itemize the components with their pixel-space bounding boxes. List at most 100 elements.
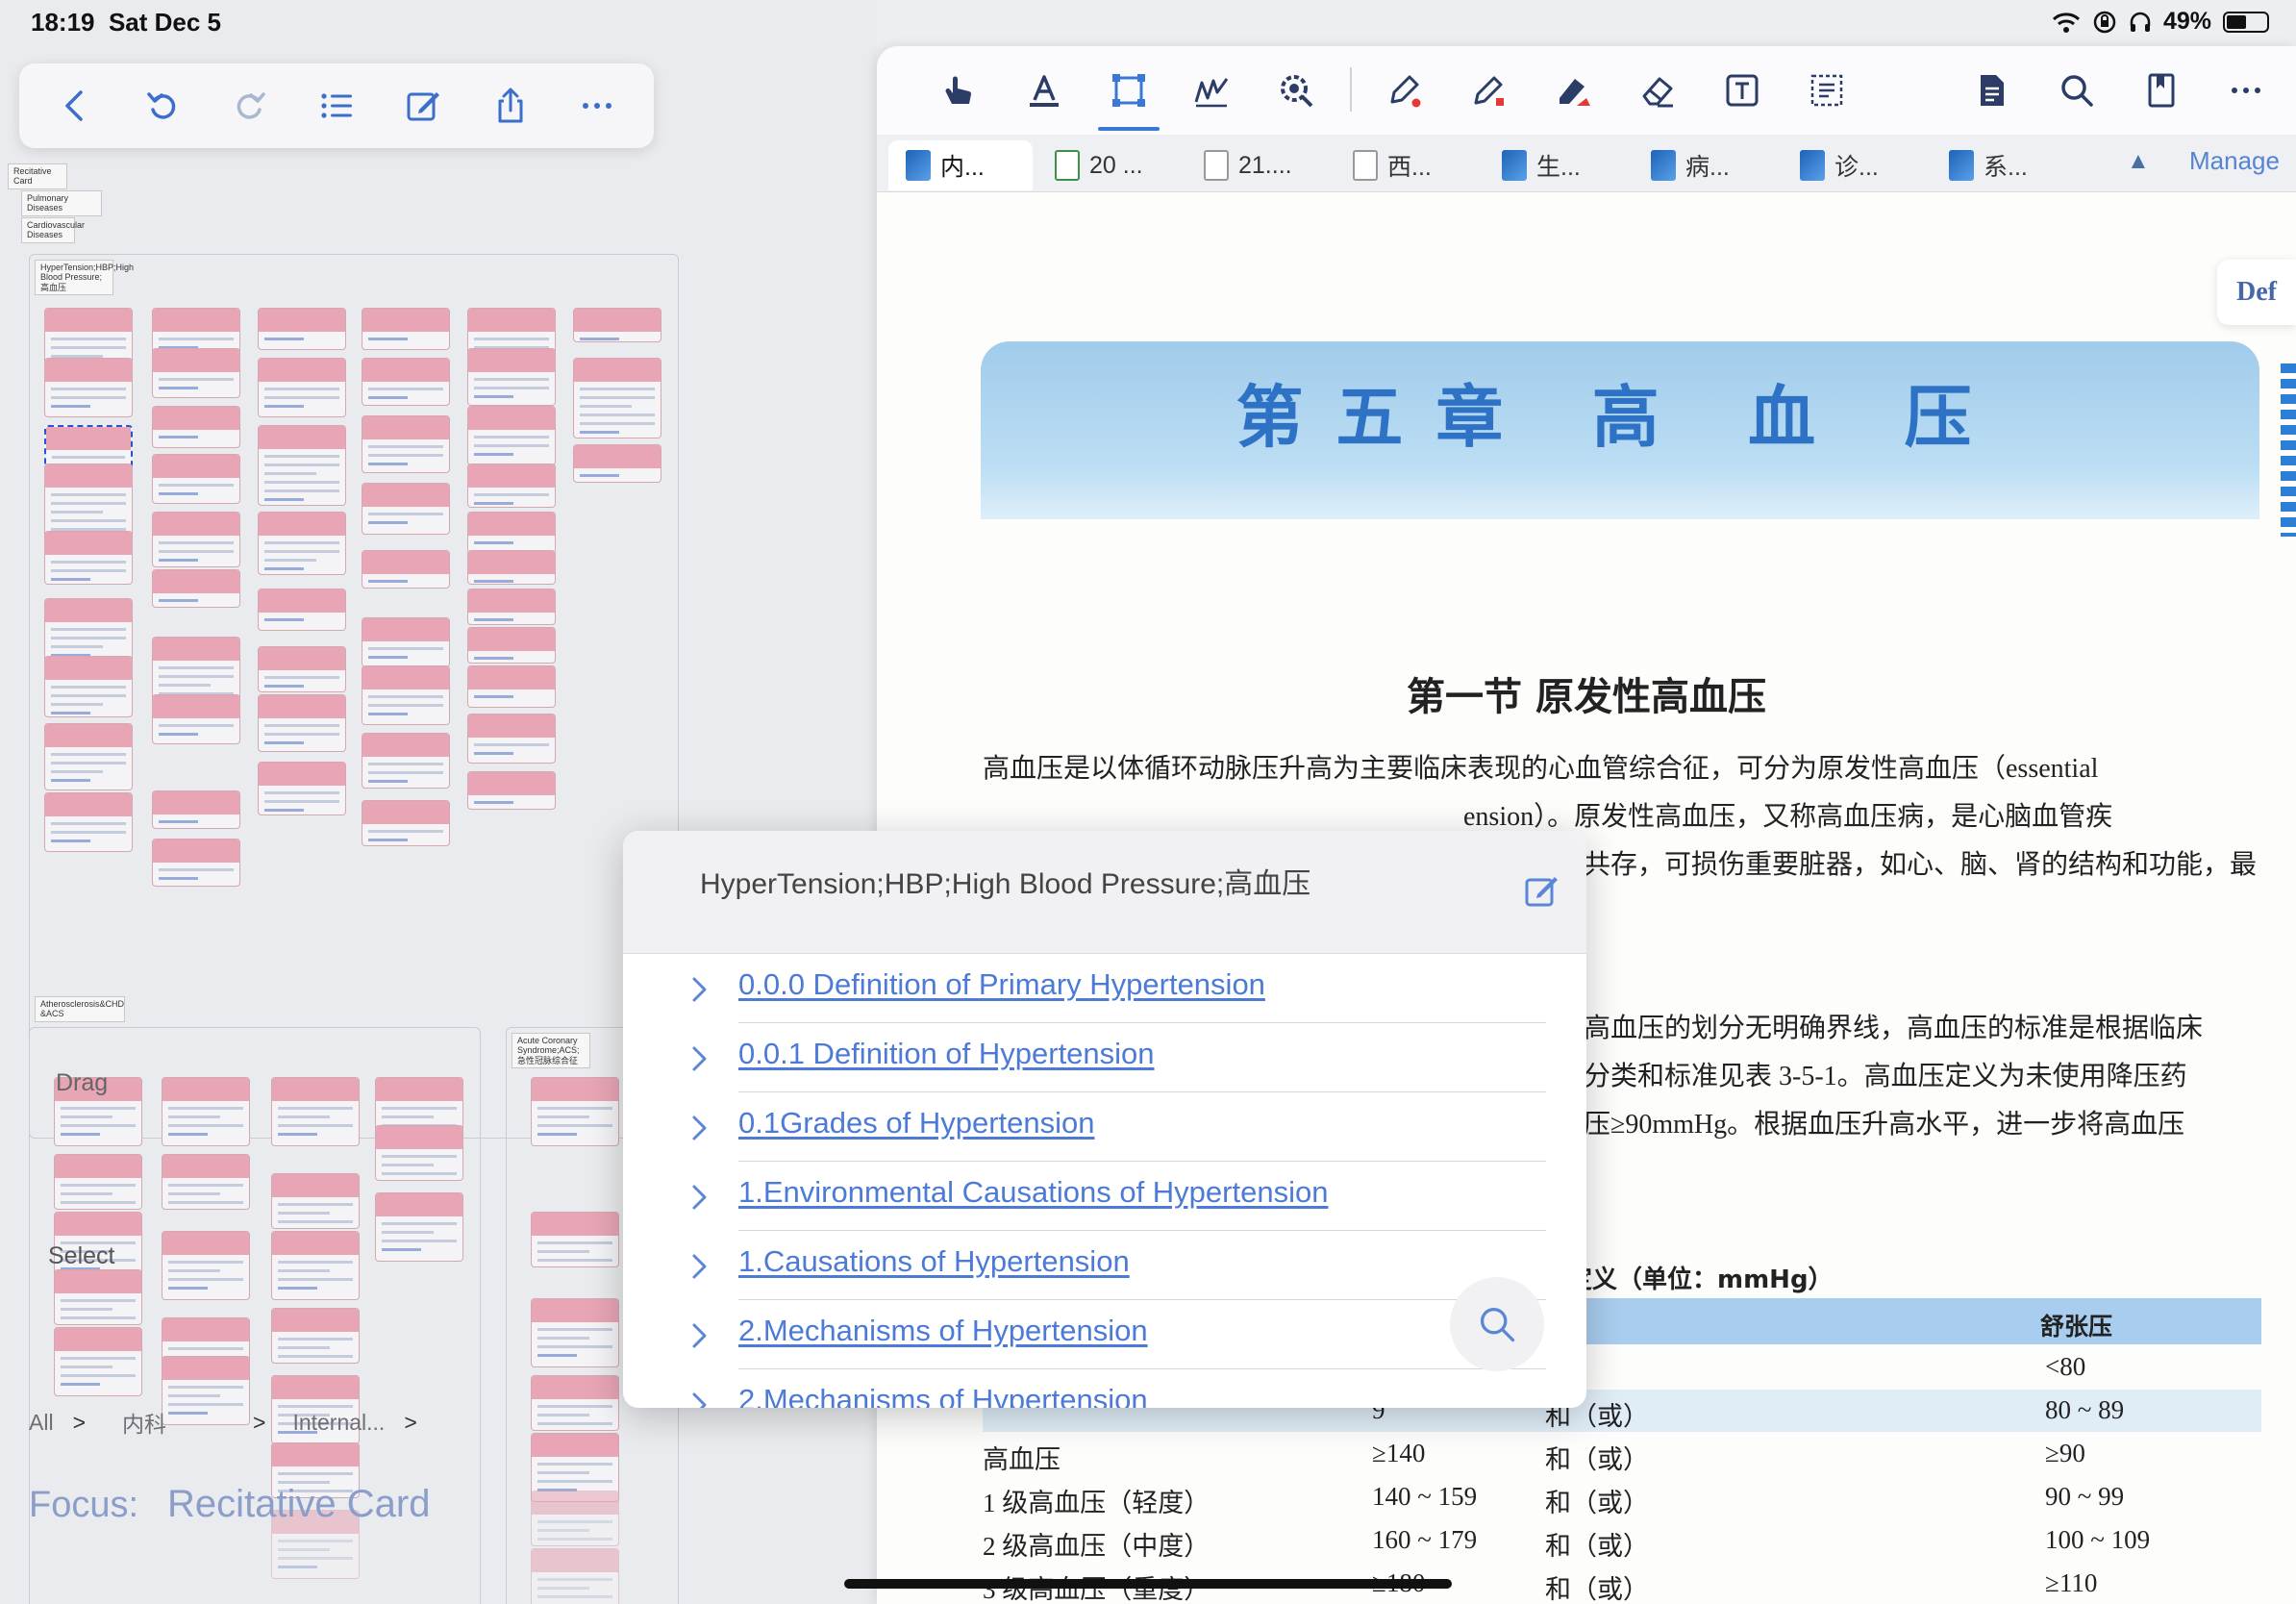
undo-button[interactable] bbox=[136, 79, 189, 133]
topic-row[interactable]: 1.Environmental Causations of Hypertensi… bbox=[623, 1162, 1586, 1231]
mindmap-branch-cardio[interactable]: Cardiovascular Diseases bbox=[21, 217, 85, 243]
mindmap-card[interactable] bbox=[162, 1231, 250, 1300]
mindmap-card[interactable] bbox=[152, 454, 240, 504]
signature-button[interactable] bbox=[1188, 67, 1235, 113]
mindmap-card[interactable] bbox=[54, 1327, 142, 1396]
mindmap-card[interactable] bbox=[362, 665, 450, 725]
share-button[interactable] bbox=[484, 79, 537, 133]
mindmap-card[interactable] bbox=[573, 444, 661, 483]
mindmap-branch-pulmonary[interactable]: Pulmonary Diseases bbox=[21, 190, 102, 216]
mindmap-group-atherosclerosis[interactable]: Atherosclerosis&CHD &ACS bbox=[35, 996, 125, 1022]
mindmap-card[interactable] bbox=[362, 358, 450, 406]
mindmap-card[interactable] bbox=[531, 1491, 619, 1546]
mindmap-card[interactable] bbox=[152, 694, 240, 744]
mindmap-card[interactable] bbox=[258, 358, 346, 417]
tool-settings-button[interactable] bbox=[1273, 67, 1319, 113]
mindmap-card[interactable] bbox=[531, 1077, 619, 1146]
topic-row[interactable]: 2.Mechanisms of Hypertension bbox=[623, 1300, 1586, 1369]
mindmap-card[interactable] bbox=[258, 425, 346, 506]
mindmap-card[interactable] bbox=[44, 723, 133, 790]
edit-button[interactable] bbox=[396, 79, 450, 133]
mindmap-card[interactable] bbox=[362, 550, 450, 589]
more-button[interactable] bbox=[570, 79, 624, 133]
mindmap-card[interactable] bbox=[375, 1125, 463, 1181]
eraser-button[interactable] bbox=[1635, 67, 1681, 113]
mindmap-group-hypertension[interactable]: HyperTension;HBP;High Blood Pressure;高血压 bbox=[35, 260, 134, 296]
bookmark-button[interactable] bbox=[2138, 67, 2184, 113]
breadcrumb-all[interactable]: All bbox=[29, 1410, 54, 1436]
home-indicator[interactable] bbox=[844, 1579, 1452, 1589]
select-label[interactable]: Select bbox=[48, 1242, 114, 1270]
topic-link[interactable]: 1.Environmental Causations of Hypertensi… bbox=[738, 1175, 1328, 1210]
mindmap-card[interactable] bbox=[44, 531, 133, 585]
mindmap-card[interactable] bbox=[152, 512, 240, 567]
mindmap-card[interactable] bbox=[258, 762, 346, 815]
rect-select-button[interactable] bbox=[1106, 67, 1152, 113]
mindmap-card[interactable] bbox=[362, 800, 450, 846]
topic-link[interactable]: 0.1Grades of Hypertension bbox=[738, 1106, 1095, 1140]
reader-more-button[interactable] bbox=[2223, 67, 2269, 113]
document-tab[interactable]: 20 ... bbox=[1037, 140, 1182, 190]
mindmap-card[interactable] bbox=[152, 839, 240, 887]
mindmap-card[interactable] bbox=[467, 406, 556, 465]
outline-button[interactable] bbox=[310, 79, 363, 133]
mindmap-card[interactable] bbox=[258, 512, 346, 575]
document-tab[interactable]: 内... bbox=[888, 140, 1033, 190]
mindmap-card[interactable] bbox=[467, 627, 556, 664]
mindmap-card[interactable] bbox=[467, 464, 556, 508]
topic-link[interactable]: 2.Mechanisms of Hypertension bbox=[738, 1314, 1148, 1348]
mindmap-card[interactable] bbox=[44, 358, 133, 417]
mindmap-card[interactable] bbox=[271, 1077, 360, 1146]
topic-link[interactable]: 2.Mechanisms of Hypertension bbox=[738, 1383, 1148, 1408]
mindmap-card[interactable] bbox=[271, 1173, 360, 1229]
drag-label[interactable]: Drag bbox=[56, 1069, 108, 1097]
mindmap-card[interactable] bbox=[162, 1077, 250, 1146]
topic-link[interactable]: 0.0.0 Definition of Primary Hypertension bbox=[738, 967, 1265, 1002]
back-button[interactable] bbox=[49, 79, 103, 133]
mindmap-card[interactable] bbox=[467, 512, 556, 554]
focus-value[interactable]: Recitative Card bbox=[167, 1483, 430, 1526]
highlighter-button[interactable] bbox=[1550, 67, 1596, 113]
mindmap-card[interactable] bbox=[162, 1154, 250, 1210]
pen-button[interactable] bbox=[1381, 67, 1427, 113]
mindmap-card[interactable] bbox=[258, 589, 346, 631]
mindmap-card[interactable] bbox=[258, 694, 346, 752]
mindmap-card[interactable] bbox=[54, 1154, 142, 1210]
breadcrumb-neike[interactable]: 内科 bbox=[122, 1406, 166, 1439]
mindmap-card[interactable] bbox=[362, 617, 450, 667]
mindmap-root-node[interactable]: Recitative Card bbox=[8, 163, 67, 189]
popover-search-button[interactable] bbox=[1450, 1277, 1544, 1371]
mindmap-card[interactable] bbox=[152, 569, 240, 608]
text-highlight-button[interactable] bbox=[1021, 67, 1067, 113]
mindmap-card[interactable] bbox=[531, 1212, 619, 1267]
document-tab[interactable]: 21.... bbox=[1186, 140, 1331, 190]
mindmap-card[interactable] bbox=[362, 308, 450, 350]
mindmap-card[interactable] bbox=[573, 308, 661, 342]
mindmap-card[interactable] bbox=[467, 589, 556, 625]
mindmap-card[interactable] bbox=[258, 646, 346, 692]
document-tab[interactable]: 系... bbox=[1932, 140, 2076, 190]
mindmap-card[interactable] bbox=[531, 1548, 619, 1604]
document-tab[interactable]: 病... bbox=[1634, 140, 1778, 190]
search-button[interactable] bbox=[2054, 67, 2100, 113]
mindmap-card[interactable] bbox=[362, 483, 450, 535]
document-tab[interactable]: 西... bbox=[1335, 140, 1480, 190]
topic-row[interactable]: 1.Causations of Hypertension bbox=[623, 1231, 1586, 1300]
topic-row[interactable]: 0.1Grades of Hypertension bbox=[623, 1092, 1586, 1162]
mindmap-group-acs[interactable]: Acute Coronary Syndrome;ACS;急性冠脉综合征 bbox=[512, 1033, 590, 1069]
document-info-button[interactable] bbox=[1969, 67, 2015, 113]
mindmap-card[interactable] bbox=[467, 550, 556, 585]
document-tab[interactable]: 生... bbox=[1485, 140, 1629, 190]
mindmap-card[interactable] bbox=[152, 790, 240, 829]
mindmap-card[interactable] bbox=[362, 415, 450, 473]
popover-edit-button[interactable] bbox=[1523, 871, 1569, 917]
topic-link[interactable]: 1.Causations of Hypertension bbox=[738, 1244, 1130, 1279]
mindmap-card[interactable] bbox=[44, 792, 133, 852]
mindmap-card[interactable] bbox=[271, 1231, 360, 1300]
mindmap-card[interactable] bbox=[467, 348, 556, 406]
dictionary-button[interactable]: Def bbox=[2217, 260, 2296, 325]
topic-row[interactable]: 0.0.1 Definition of Hypertension bbox=[623, 1023, 1586, 1092]
breadcrumb-internal[interactable]: Internal... bbox=[292, 1410, 385, 1436]
mindmap-card[interactable] bbox=[467, 714, 556, 764]
mindmap-card[interactable] bbox=[152, 348, 240, 398]
